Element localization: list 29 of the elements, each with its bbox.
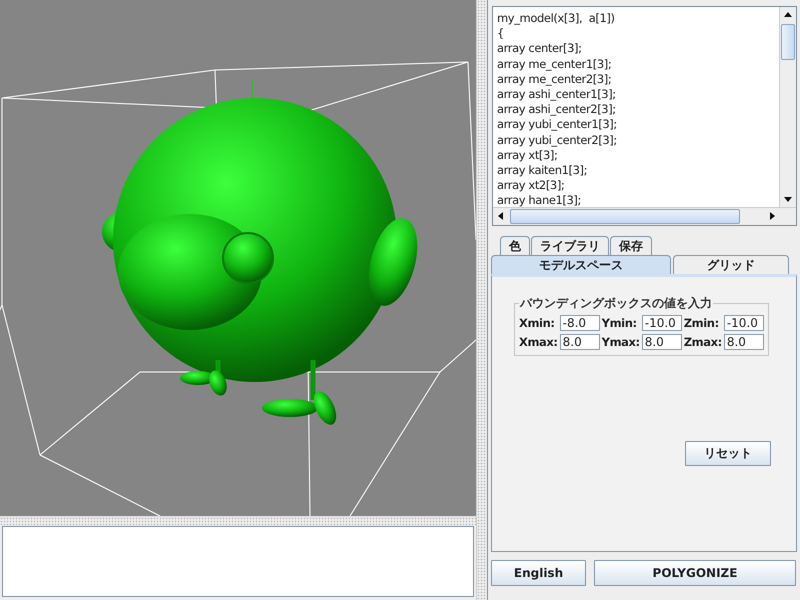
scroll-thumb[interactable] xyxy=(781,24,795,60)
3d-viewport[interactable] xyxy=(0,0,476,516)
field-label: Xmin: xyxy=(519,316,556,330)
field-label: Ymax: xyxy=(602,335,640,349)
field-label: Xmax: xyxy=(519,335,558,349)
tab[interactable]: 色 xyxy=(500,236,530,255)
field-label: Zmin: xyxy=(684,316,720,330)
tab[interactable]: グリッド xyxy=(673,255,789,274)
language-button[interactable]: English xyxy=(491,560,586,586)
tab[interactable]: モデルスペース xyxy=(491,255,671,274)
field-label: Zmax: xyxy=(684,335,722,349)
reset-button[interactable]: リセット xyxy=(685,441,771,466)
vertical-scrollbar[interactable] xyxy=(779,7,796,207)
group-title: バウンディングボックスの値を入力 xyxy=(519,295,713,312)
input-field[interactable]: -10.0 xyxy=(642,315,682,331)
tab[interactable]: 保存 xyxy=(610,236,652,255)
splitter-handle[interactable] xyxy=(476,0,487,600)
output-area[interactable] xyxy=(2,526,474,597)
scroll-thumb[interactable] xyxy=(510,209,740,224)
polygonize-button[interactable]: POLYGONIZE xyxy=(594,560,796,586)
input-field[interactable]: 8.0 xyxy=(642,334,682,350)
input-field[interactable]: -10.0 xyxy=(724,315,764,331)
horizontal-scrollbar[interactable] xyxy=(493,207,796,225)
input-field[interactable]: -8.0 xyxy=(560,315,600,331)
tab[interactable]: ライブラリ xyxy=(531,236,609,255)
input-field[interactable]: 8.0 xyxy=(560,334,600,350)
splitter-handle[interactable] xyxy=(0,516,476,525)
field-label: Ymin: xyxy=(602,316,638,330)
input-field[interactable]: 8.0 xyxy=(724,334,764,350)
